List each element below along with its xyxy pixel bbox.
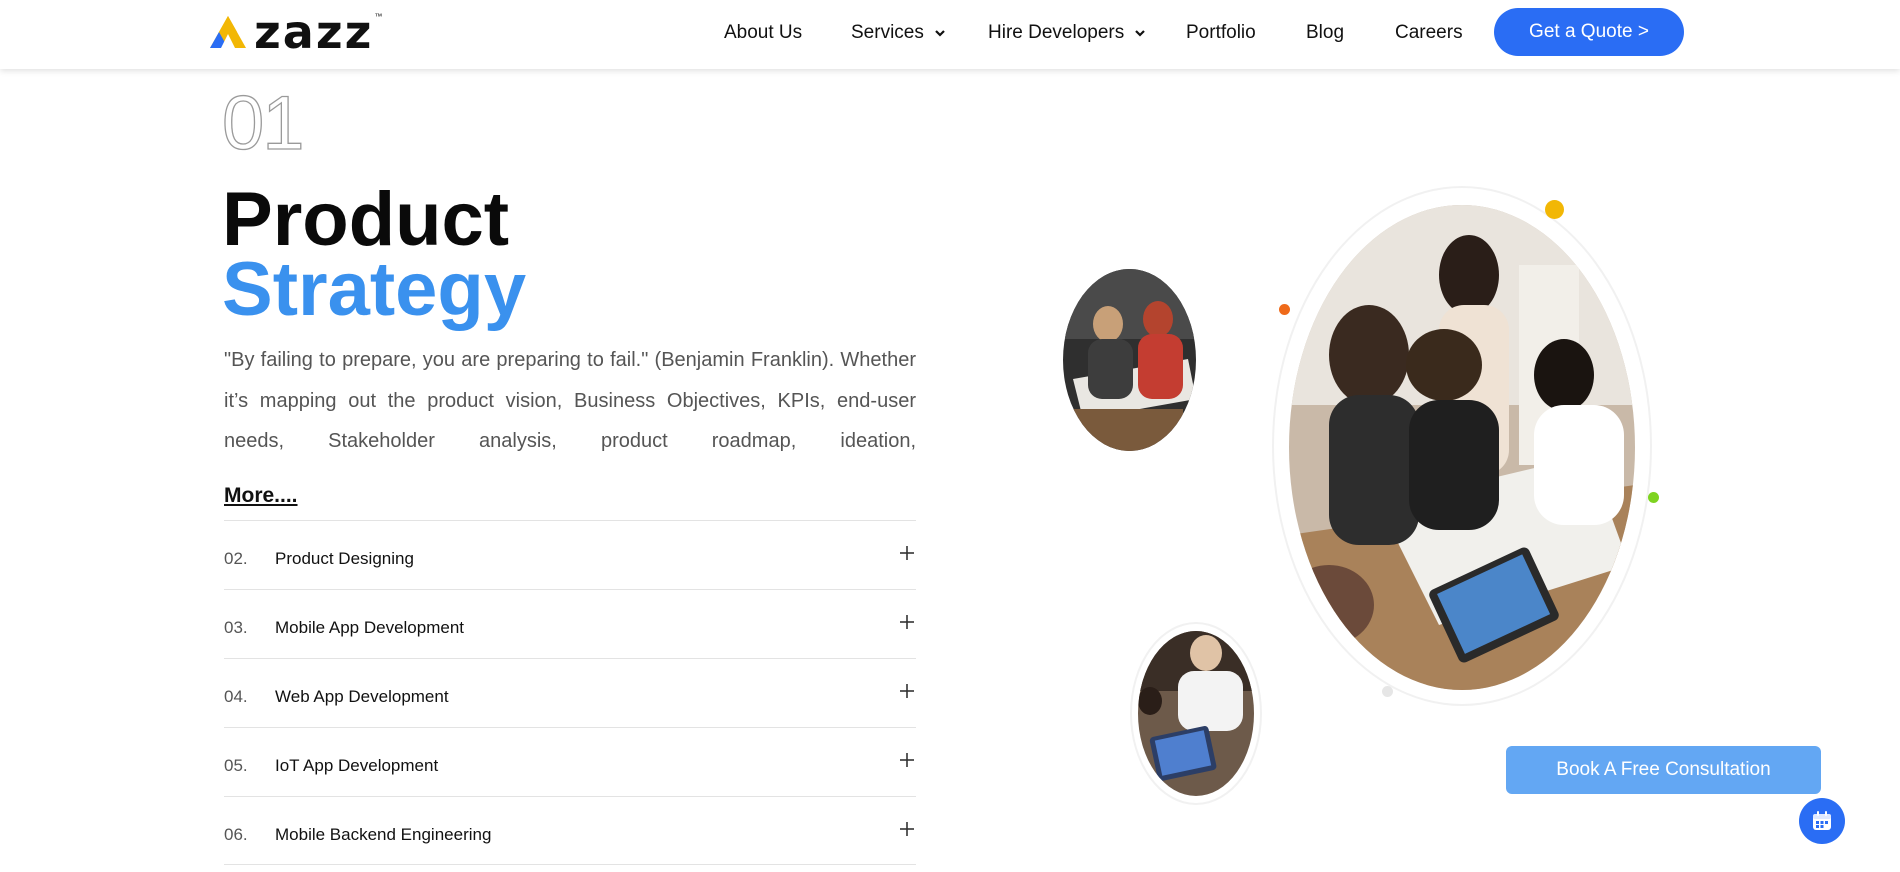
plus-icon[interactable] bbox=[898, 544, 916, 562]
get-a-quote-button[interactable]: Get a Quote > bbox=[1494, 8, 1684, 56]
more-link[interactable]: More.... bbox=[224, 484, 298, 508]
decorative-dot-green bbox=[1648, 492, 1659, 503]
calendar-button[interactable] bbox=[1799, 798, 1845, 844]
nav-hire-developers[interactable]: Hire Developers bbox=[988, 18, 1146, 48]
laptop-coworkers-photo bbox=[1138, 631, 1254, 796]
nav-hire-developers-label: Hire Developers bbox=[988, 22, 1125, 43]
nav-careers-label: Careers bbox=[1395, 22, 1463, 43]
plus-icon[interactable] bbox=[898, 751, 916, 769]
calendar-icon bbox=[1813, 811, 1831, 830]
nav-careers[interactable]: Careers bbox=[1395, 18, 1463, 48]
accordion-item-label: Product Designing bbox=[275, 549, 414, 568]
accordion-item-label: Web App Development bbox=[275, 687, 449, 706]
accordion-item-number: 06. bbox=[224, 825, 248, 844]
accordion-item-label: Mobile Backend Engineering bbox=[275, 825, 492, 844]
nav-portfolio-label: Portfolio bbox=[1186, 22, 1256, 43]
zazz-logo[interactable]: zazz ™ bbox=[208, 5, 383, 59]
accordion-item-number: 02. bbox=[224, 549, 248, 568]
accordion-item-web-app-development[interactable]: 04. Web App Development bbox=[224, 658, 916, 727]
book-consultation-button[interactable]: Book A Free Consultation bbox=[1506, 746, 1821, 794]
accordion-item-number: 05. bbox=[224, 756, 248, 775]
nav-services-label: Services bbox=[851, 22, 924, 43]
decorative-dot-orange bbox=[1279, 304, 1290, 315]
nav-blog[interactable]: Blog bbox=[1306, 18, 1344, 48]
whiteboard-meeting-image bbox=[1063, 269, 1196, 451]
chevron-down-icon bbox=[1135, 30, 1146, 37]
logo-triangle-icon bbox=[210, 16, 246, 48]
accordion-item-label: Mobile App Development bbox=[275, 618, 465, 637]
plus-icon[interactable] bbox=[898, 613, 916, 631]
accordion-item-number: 04. bbox=[224, 687, 248, 706]
team-meeting-photo bbox=[1289, 205, 1635, 690]
team-meeting-image bbox=[1289, 205, 1635, 690]
nav-portfolio[interactable]: Portfolio bbox=[1186, 18, 1256, 48]
nav-blog-label: Blog bbox=[1306, 22, 1345, 43]
decorative-dot-yellow bbox=[1545, 200, 1564, 219]
accordion-item-number: 03. bbox=[224, 618, 248, 637]
plus-icon[interactable] bbox=[898, 820, 916, 838]
accordion-item-iot-app-development[interactable]: 05. IoT App Development bbox=[224, 727, 916, 796]
accordion-item-mobile-app-development[interactable]: 03. Mobile App Development bbox=[224, 589, 916, 658]
accordion-item-product-designing[interactable]: 02. Product Designing bbox=[224, 520, 916, 589]
services-accordion: 02. Product Designing 03. Mobile App Dev… bbox=[224, 520, 916, 865]
section-title-line2: Strategy bbox=[222, 247, 527, 332]
nav-about-us[interactable]: About Us bbox=[724, 18, 802, 48]
logo-trademark: ™ bbox=[374, 11, 383, 21]
accordion-item-mobile-backend-engineering[interactable]: 06. Mobile Backend Engineering bbox=[224, 796, 916, 865]
laptop-coworkers-image bbox=[1138, 631, 1254, 796]
section-description: "By failing to prepare, you are preparin… bbox=[224, 349, 916, 452]
nav-about-us-label: About Us bbox=[724, 22, 803, 43]
whiteboard-meeting-photo bbox=[1063, 269, 1196, 451]
site-header: zazz ™ About Us Services Hire Developers… bbox=[0, 0, 1900, 69]
decorative-dot-gray bbox=[1382, 686, 1393, 697]
logo-text: zazz bbox=[254, 5, 374, 59]
chevron-down-icon bbox=[935, 30, 945, 37]
accordion-item-label: IoT App Development bbox=[275, 756, 439, 775]
plus-icon[interactable] bbox=[898, 682, 916, 700]
section-number: 01 bbox=[221, 81, 305, 166]
nav-services[interactable]: Services bbox=[851, 18, 946, 48]
